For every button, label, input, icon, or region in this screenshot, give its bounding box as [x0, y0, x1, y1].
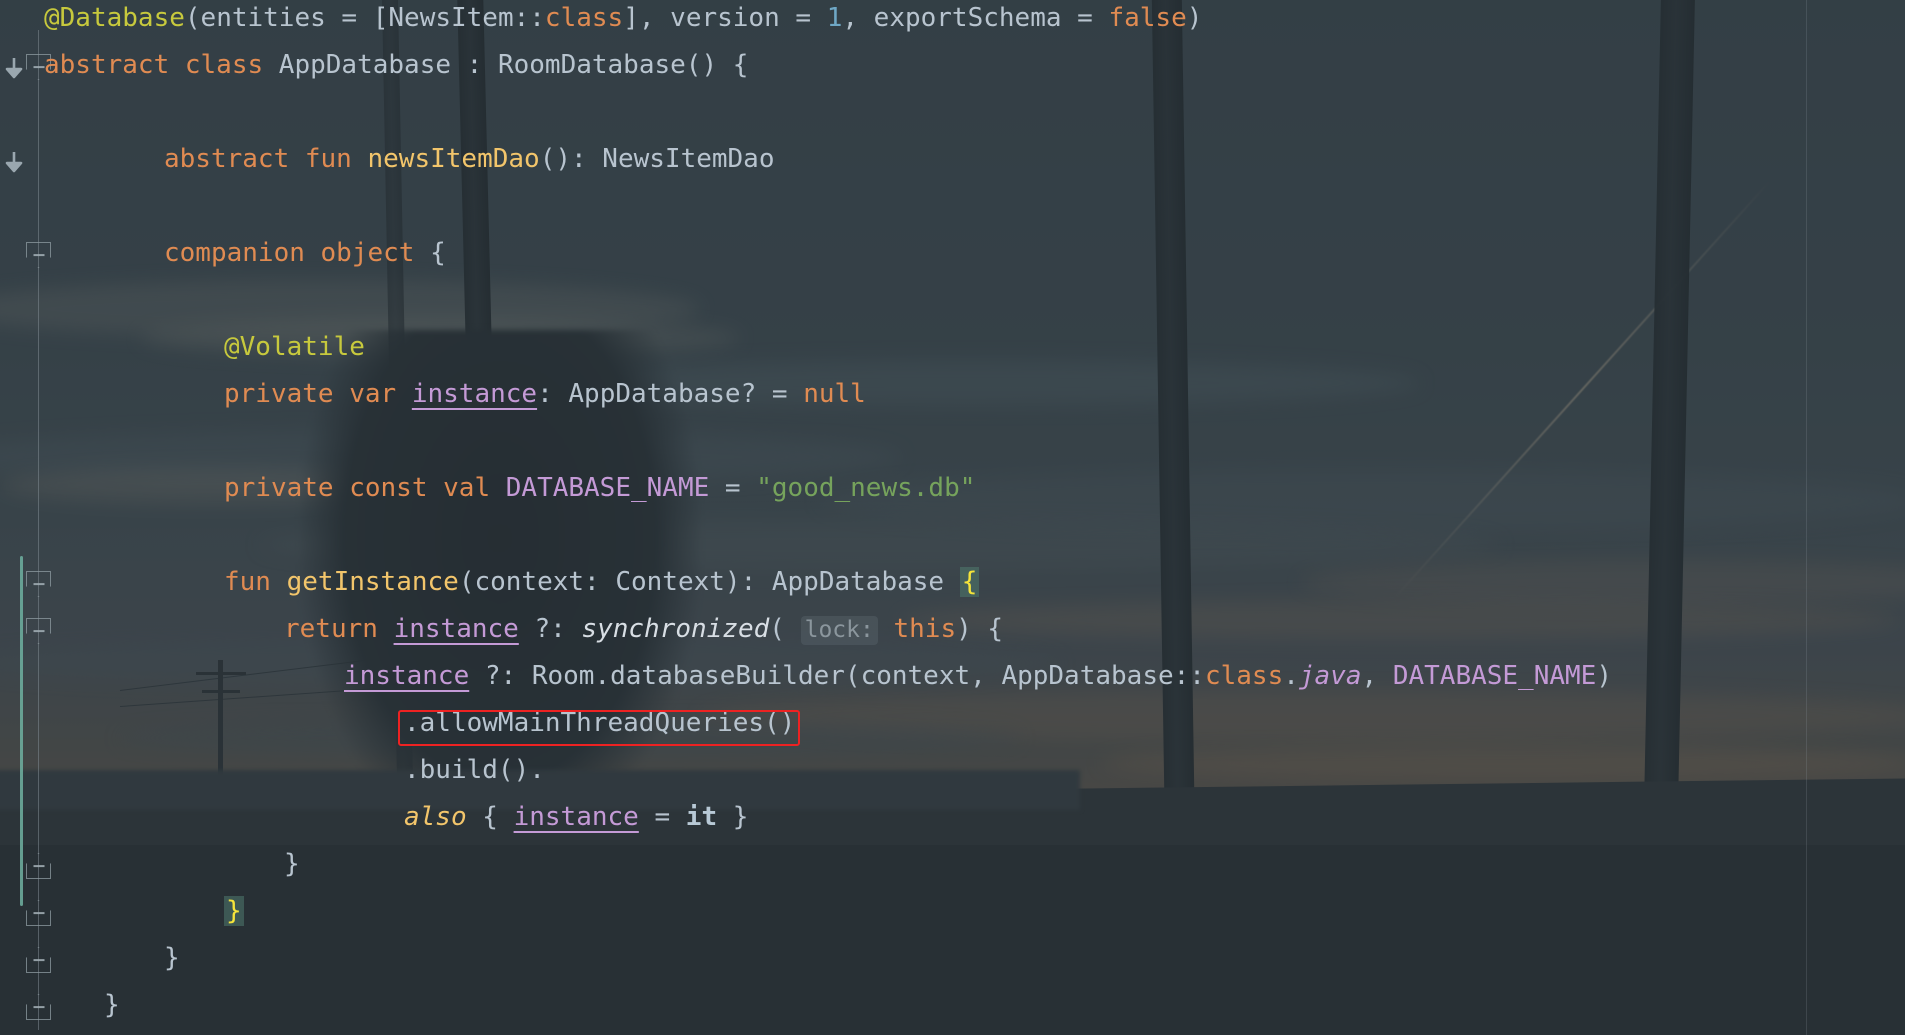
code-token-default: (entities = [NewsItem:: — [184, 3, 545, 33]
code-token-default: ) { — [956, 614, 1004, 644]
code-token-default — [490, 473, 506, 503]
code-token-keyword: null — [803, 379, 866, 409]
code-token-default: } — [164, 943, 180, 973]
code-line[interactable]: .build(). — [360, 747, 545, 794]
code-token-default: , exportSchema = — [842, 3, 1109, 33]
code-line[interactable]: } — [180, 888, 244, 935]
utility-pole-crossbar — [202, 690, 240, 693]
code-token-const: DATABASE_NAME — [505, 473, 710, 503]
code-token-func: getInstance — [286, 567, 459, 597]
implemented-method-arrow-icon[interactable] — [3, 145, 25, 173]
code-token-keyword: abstract fun — [164, 144, 352, 174]
code-token-hint: lock: — [800, 616, 878, 645]
fold-collapse-marker-icon[interactable] — [26, 571, 51, 597]
code-token-default: = — [709, 473, 757, 503]
code-token-const: DATABASE_NAME — [1392, 661, 1597, 691]
code-line[interactable]: abstract fun newsItemDao(): NewsItemDao — [120, 136, 775, 183]
code-token-default — [352, 144, 368, 174]
code-token-default: } — [717, 802, 749, 832]
code-token-also: also — [404, 802, 467, 832]
code-line[interactable]: private const val DATABASE_NAME = "good_… — [180, 465, 975, 512]
code-line[interactable]: @Volatile — [180, 324, 365, 371]
code-token-default: ?: — [518, 614, 582, 644]
code-token-default: (): NewsItemDao — [539, 144, 775, 174]
fold-collapse-marker-icon[interactable] — [26, 900, 51, 926]
code-line[interactable]: } — [120, 935, 180, 982]
code-block-range-indicator — [20, 556, 23, 906]
code-token-default: AppDatabase : RoomDatabase() { — [263, 50, 749, 80]
code-token-default: ], version = — [623, 3, 827, 33]
code-line[interactable]: instance ?: Room.databaseBuilder(context… — [300, 653, 1612, 700]
code-token-default: . — [1283, 661, 1299, 691]
code-token-field: instance — [411, 379, 538, 409]
fold-collapse-marker-icon[interactable] — [26, 242, 51, 268]
code-token-num: 1 — [826, 3, 843, 33]
code-token-default: ( — [769, 614, 801, 644]
code-line[interactable]: return instance ?: synchronized( lock: t… — [240, 606, 1003, 653]
code-line[interactable] — [0, 89, 44, 136]
code-token-keyword: return — [284, 614, 378, 644]
code-token-default: : AppDatabase? = — [537, 379, 804, 409]
fold-collapse-marker-icon[interactable] — [26, 618, 51, 644]
code-token-anno: @Volatile — [224, 332, 365, 362]
code-line[interactable]: companion object { — [120, 230, 446, 277]
code-token-keyword: false — [1108, 3, 1187, 33]
code-token-extfn: synchronized — [581, 614, 770, 644]
code-token-default: ) — [1186, 3, 1203, 33]
code-token-brace-match: } — [224, 896, 244, 926]
code-token-default: } — [104, 990, 120, 1020]
code-line[interactable] — [0, 418, 44, 465]
code-line[interactable]: @Database(entities = [NewsItem::class], … — [0, 0, 1202, 42]
code-token-default: } — [284, 849, 300, 879]
code-line[interactable]: also { instance = it } — [360, 794, 748, 841]
code-token-anno: @Database — [44, 3, 185, 33]
code-token-default — [378, 614, 394, 644]
code-token-default: , — [1361, 661, 1393, 691]
code-token-default: (context: Context): AppDatabase — [458, 567, 960, 597]
fold-collapse-marker-icon[interactable] — [26, 853, 51, 879]
code-token-keyword: class — [1204, 661, 1284, 691]
code-token-default — [878, 614, 894, 644]
indent-guide — [1806, 0, 1807, 1035]
code-token-keyword: fun — [224, 567, 271, 597]
code-line[interactable]: fun getInstance(context: Context): AppDa… — [180, 559, 980, 606]
code-line[interactable]: } — [60, 982, 120, 1029]
code-token-brace-match: { — [959, 567, 980, 597]
code-token-keyword: private var — [224, 379, 397, 409]
code-token-default: { — [466, 802, 514, 832]
code-token-default: .build(). — [404, 755, 545, 785]
cloud-band — [900, 600, 1900, 640]
code-line[interactable]: abstract class AppDatabase : RoomDatabas… — [0, 42, 748, 89]
code-token-func: newsItemDao — [367, 144, 540, 174]
code-line[interactable] — [0, 183, 44, 230]
code-token-keyword: abstract class — [44, 50, 264, 80]
code-token-default: .allowMainThreadQueries() — [404, 708, 796, 738]
code-token-default: { — [414, 238, 446, 268]
code-token-default: = — [638, 802, 686, 832]
cloud-band — [1100, 745, 1905, 781]
code-token-default: ) — [1596, 661, 1612, 691]
code-token-keyword: this — [893, 614, 957, 644]
code-token-default — [271, 567, 287, 597]
code-token-default — [396, 379, 412, 409]
fold-collapse-marker-icon[interactable] — [26, 947, 51, 973]
fold-collapse-marker-icon[interactable] — [26, 994, 51, 1020]
code-editor[interactable]: @Database(entities = [NewsItem::class], … — [0, 0, 1905, 1035]
code-token-default: ?: Room.databaseBuilder(context, AppData… — [469, 661, 1205, 691]
code-token-string: "good_news.db" — [756, 473, 976, 503]
code-line[interactable] — [0, 512, 44, 559]
code-token-field: instance — [344, 661, 470, 691]
utility-pole-crossbar — [196, 672, 246, 675]
code-token-keyword: companion object — [164, 238, 415, 268]
code-line[interactable] — [0, 277, 44, 324]
code-token-it: it — [685, 802, 718, 832]
code-token-field: instance — [513, 802, 639, 832]
code-line[interactable]: private var instance: AppDatabase? = nul… — [180, 371, 866, 418]
code-token-javaital: java — [1298, 661, 1362, 691]
code-token-keyword: private const val — [224, 473, 491, 503]
code-token-keyword: class — [544, 3, 624, 33]
code-line[interactable]: .allowMainThreadQueries() — [360, 700, 795, 747]
code-line[interactable]: } — [240, 841, 300, 888]
code-token-field: instance — [393, 614, 519, 644]
